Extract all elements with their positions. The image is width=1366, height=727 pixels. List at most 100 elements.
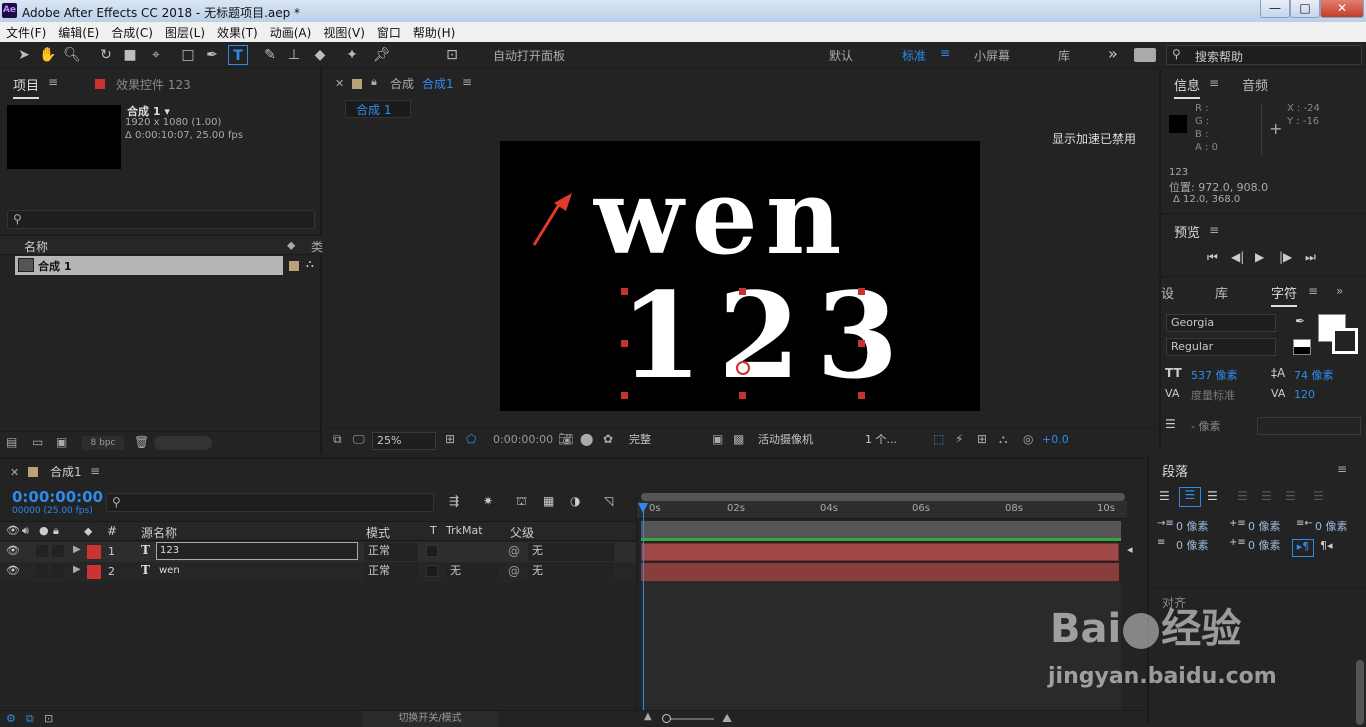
blend-mode-dropdown[interactable]: 正常 bbox=[364, 563, 418, 581]
indent-left-value[interactable]: 0 像素 bbox=[1176, 518, 1209, 534]
prev-frame-icon[interactable]: ◀| bbox=[1231, 250, 1244, 264]
minimize-button[interactable]: — bbox=[1260, 0, 1290, 18]
comp-menu-icon[interactable]: ≡ bbox=[462, 75, 472, 89]
draft-3d-icon[interactable]: ✷ bbox=[483, 494, 493, 508]
puppet-pin-tool-icon[interactable]: 📌︎ bbox=[372, 45, 392, 65]
layer-switches-icon[interactable]: ⚙ bbox=[6, 712, 16, 725]
menu-animation[interactable]: 动画(A) bbox=[264, 24, 318, 41]
anchor-point-icon[interactable] bbox=[736, 361, 750, 375]
tab-audio[interactable]: 音频 bbox=[1242, 75, 1268, 94]
preserve-transparency-checkbox[interactable] bbox=[426, 545, 438, 557]
stroke-type-dropdown[interactable] bbox=[1257, 417, 1361, 435]
comp-breadcrumb[interactable]: 合成 1 bbox=[345, 100, 411, 118]
tab-settings-partial[interactable]: 设 bbox=[1161, 283, 1174, 302]
close-tab-icon[interactable]: ✕ bbox=[10, 466, 19, 479]
menu-composition[interactable]: 合成(C) bbox=[105, 24, 159, 41]
maximize-button[interactable]: □ bbox=[1290, 0, 1320, 18]
project-item-comp[interactable]: 合成 1 bbox=[15, 256, 283, 275]
align-center-icon[interactable]: ☰ bbox=[1179, 487, 1201, 507]
workspace-standard[interactable]: 标准 bbox=[902, 47, 926, 64]
monitor-icon[interactable]: 🖵︎ bbox=[353, 432, 365, 447]
work-area-bar[interactable] bbox=[641, 493, 1125, 501]
bounding-handle[interactable] bbox=[621, 340, 628, 347]
font-style-dropdown[interactable]: Regular bbox=[1166, 338, 1276, 356]
label-tag-icon[interactable]: ⬥ bbox=[287, 238, 295, 253]
tab-timeline-comp[interactable]: 合成1 bbox=[50, 463, 82, 480]
workspace-default[interactable]: 默认 bbox=[829, 47, 853, 64]
snapshot-icon[interactable]: 📷︎ bbox=[558, 432, 573, 446]
align-right-icon[interactable]: ☰ bbox=[1207, 489, 1218, 503]
tab-libraries[interactable]: 库 bbox=[1215, 283, 1228, 302]
region-of-interest-icon[interactable]: ▣ bbox=[712, 432, 723, 446]
menu-layer[interactable]: 图层(L) bbox=[159, 24, 211, 41]
stroke-width-value[interactable]: - 像素 bbox=[1191, 418, 1220, 434]
space-before-value[interactable]: 0 像素 bbox=[1248, 518, 1281, 534]
next-frame-icon[interactable]: |▶ bbox=[1279, 250, 1292, 264]
selection-tool-icon[interactable]: ➤ bbox=[14, 45, 34, 65]
rectangle-tool-icon[interactable]: □ bbox=[178, 45, 198, 65]
transfer-controls-icon[interactable]: ⧉ bbox=[26, 712, 34, 726]
workspace-library[interactable]: 库 bbox=[1058, 47, 1070, 64]
lock-toggle[interactable] bbox=[52, 565, 64, 577]
always-preview-icon[interactable]: ⧉ bbox=[333, 432, 342, 447]
track-matte-dropdown[interactable]: 无 bbox=[446, 563, 498, 581]
menu-view[interactable]: 视图(V) bbox=[317, 24, 371, 41]
toggle-pixel-aspect-icon[interactable]: ⬚ bbox=[933, 432, 944, 446]
resolution-dropdown[interactable]: 完整 bbox=[625, 432, 705, 450]
preview-menu-icon[interactable]: ≡ bbox=[1209, 223, 1219, 237]
brush-tool-icon[interactable]: ✎ bbox=[260, 45, 280, 65]
parent-dropdown[interactable]: 无 bbox=[528, 543, 614, 561]
ltr-direction-icon[interactable]: ▸¶ bbox=[1292, 539, 1314, 557]
timeline-search-input[interactable]: ⚲ bbox=[106, 493, 434, 512]
comp-viewer[interactable]: wen 123 bbox=[500, 141, 980, 411]
time-ruler[interactable]: 0s 02s 04s 06s 08s 10s bbox=[637, 501, 1127, 519]
clone-stamp-tool-icon[interactable]: ⊥ bbox=[284, 45, 304, 65]
visibility-eye-icon[interactable]: 👁︎ bbox=[6, 544, 20, 557]
tab-effect-controls[interactable]: 效果控件 123 bbox=[116, 76, 191, 93]
rotate-tool-icon[interactable]: ↻ bbox=[96, 45, 116, 65]
new-folder-icon[interactable]: ▭ bbox=[32, 435, 43, 449]
bounding-handle[interactable] bbox=[621, 392, 628, 399]
character-menu-icon[interactable]: ≡ bbox=[1308, 284, 1318, 298]
fit-icon[interactable]: ⊞ bbox=[445, 432, 455, 446]
bounding-handle[interactable] bbox=[858, 288, 865, 295]
bit-depth-button[interactable]: 8 bpc bbox=[82, 436, 124, 450]
shy-layers-icon[interactable]: ⛫ bbox=[516, 494, 527, 510]
comp-flowchart-icon[interactable]: ⛬ bbox=[306, 257, 314, 271]
show-snapshot-icon[interactable]: ⬤ bbox=[580, 432, 593, 446]
trash-icon[interactable]: 🗑︎ bbox=[134, 435, 149, 449]
project-scrollbar[interactable] bbox=[154, 436, 212, 450]
col-type[interactable]: 类 bbox=[311, 238, 323, 255]
current-time-indicator[interactable] bbox=[643, 503, 644, 727]
layer-row[interactable]: 👁︎ ▶ 1 T 123 正常 @ 无 bbox=[0, 542, 636, 562]
timeline-icon[interactable]: ⊞ bbox=[977, 432, 987, 446]
graph-editor-icon[interactable]: ◹ bbox=[604, 494, 613, 508]
tab-character[interactable]: 字符 bbox=[1271, 283, 1298, 307]
panel-layout-icon[interactable]: ⊡ bbox=[442, 45, 462, 65]
zoom-slider-handle[interactable] bbox=[662, 714, 671, 723]
composition-mini-flowchart-icon[interactable]: ⇶ bbox=[449, 494, 459, 508]
eyedropper-icon[interactable]: ✒ bbox=[1295, 314, 1305, 328]
kerning-value[interactable]: 度量标准 bbox=[1191, 387, 1235, 403]
magnification-dropdown[interactable]: 25% bbox=[372, 432, 436, 450]
info-menu-icon[interactable]: ≡ bbox=[1209, 76, 1219, 90]
bounding-handle[interactable] bbox=[739, 288, 746, 295]
visibility-eye-icon[interactable]: 👁︎ bbox=[6, 564, 20, 577]
zoom-in-icon[interactable]: ⛰ bbox=[722, 711, 732, 726]
menu-file[interactable]: 文件(F) bbox=[0, 24, 52, 41]
close-button[interactable]: ✕ bbox=[1320, 0, 1364, 18]
tab-project[interactable]: 项目 bbox=[13, 75, 40, 99]
roto-brush-tool-icon[interactable]: ✦ bbox=[342, 45, 362, 65]
justify-center-icon[interactable]: ☰ bbox=[1261, 489, 1272, 503]
preserve-transparency-checkbox[interactable] bbox=[426, 565, 438, 577]
type-tool-icon[interactable]: T bbox=[228, 45, 248, 65]
parent-pickwhip-icon[interactable]: @ bbox=[508, 564, 520, 578]
play-icon[interactable]: ▶ bbox=[1255, 250, 1264, 264]
tab-composition[interactable]: 合成1 bbox=[422, 75, 454, 92]
camera-tool-icon[interactable]: ■ bbox=[120, 45, 140, 65]
solo-toggle[interactable] bbox=[36, 565, 48, 577]
leading-value[interactable]: 74 像素 bbox=[1294, 367, 1334, 383]
zoom-slider-track[interactable] bbox=[664, 718, 714, 720]
zoom-tool-icon[interactable]: 🔍︎ bbox=[62, 45, 82, 65]
zoom-out-icon[interactable]: ▲ bbox=[644, 711, 652, 722]
